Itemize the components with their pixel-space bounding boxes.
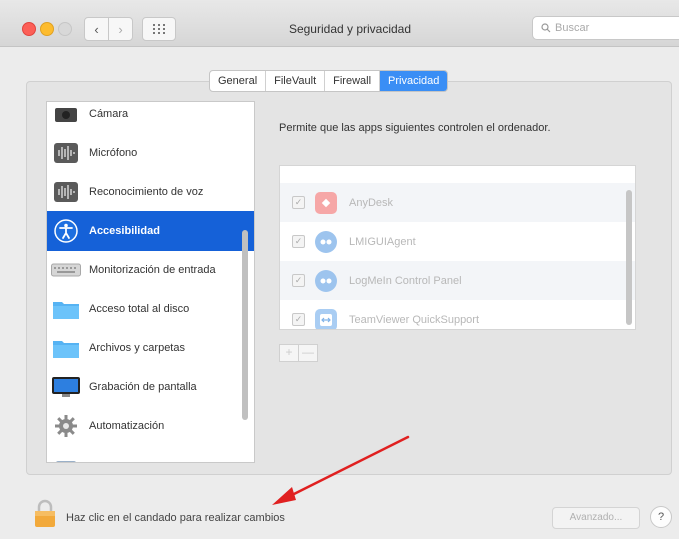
sidebar-item-label: Monitorización de entrada [89,264,216,276]
sidebar-item-archivos[interactable]: Archivos y carpetas [47,328,254,368]
chevron-left-icon: ‹ [94,21,99,37]
list-item[interactable]: ✓ AnyDesk [280,183,635,222]
preferences-window: ‹ › Seguridad y privacidad Buscar Genera… [0,0,679,539]
tab-filevault[interactable]: FileVault [266,71,326,91]
app-name: AnyDesk [349,196,394,209]
minimize-button[interactable] [40,22,54,36]
lock-icon [35,499,55,527]
sidebar-item-camara[interactable]: Cámara [47,102,254,134]
sidebar-item-label: Micrófono [89,147,138,159]
tab-general[interactable]: General [210,71,267,91]
folder-icon [51,297,81,321]
keyboard-icon [51,258,81,282]
search-icon [541,23,551,33]
lock-button[interactable] [33,498,57,533]
sidebar-item-grabacion[interactable]: Grabación de pantalla [47,367,254,407]
zoom-button[interactable] [58,22,72,36]
list-item[interactable]: ✓ LMIGUIAgent [280,222,635,261]
sidebar-item-partial [47,445,254,462]
sidebar-item-label: Automatización [89,420,165,432]
tab-bar: General FileVault Firewall Privacidad [209,70,449,92]
search-placeholder: Buscar [555,22,590,34]
sidebar-item-label: Grabación de pantalla [89,381,197,393]
sidebar-item-label: Accesibilidad [89,225,160,237]
anydesk-icon [315,191,337,214]
logmein-icon [315,230,337,253]
app-list-scrollbar[interactable] [626,190,632,325]
tab-privacidad[interactable]: Privacidad [380,71,448,91]
forward-button[interactable]: › [108,17,133,41]
sidebar-item-automatizacion[interactable]: Automatización [47,406,254,446]
sidebar-item-label: Cámara [89,108,129,120]
sidebar-item-acceso-disco[interactable]: Acceso total al disco [47,289,254,329]
microphone-icon [51,141,81,165]
display-icon [51,375,81,399]
back-button[interactable]: ‹ [84,17,109,41]
camera-icon [51,102,81,126]
advanced-button[interactable]: Avanzado... [552,507,640,529]
app-checkbox[interactable]: ✓ [292,196,305,209]
close-button[interactable] [22,22,36,36]
show-all-button[interactable] [142,17,176,41]
accessibility-icon [51,219,81,243]
search-field[interactable]: Buscar [532,16,679,40]
grid-icon [153,24,165,34]
app-checkbox[interactable]: ✓ [292,235,305,248]
sidebar-item-accesibilidad[interactable]: Accesibilidad [47,211,254,251]
app-checkbox[interactable]: ✓ [292,274,305,287]
speech-icon [51,180,81,204]
sidebar-item-reconocimiento[interactable]: Reconocimiento de voz [47,172,254,212]
sidebar-item-microfono[interactable]: Micrófono [47,133,254,173]
title-bar: ‹ › Seguridad y privacidad Buscar [0,0,679,47]
app-icon [51,453,81,462]
sidebar-item-monitorizacion[interactable]: Monitorización de entrada [47,250,254,290]
app-name: TeamViewer QuickSupport [349,313,480,326]
add-remove-control: + — [279,344,318,362]
tab-firewall[interactable]: Firewall [325,71,381,91]
list-item [280,166,635,183]
folder-icon [51,336,81,360]
privacy-category-list[interactable]: Cámara Micrófono Reconocimiento de voz A… [46,101,255,463]
remove-app-button[interactable]: — [299,345,317,361]
sidebar-item-label: Acceso total al disco [89,303,190,315]
sidebar-item-label: Reconocimiento de voz [89,186,204,198]
window-title: Seguridad y privacidad [288,22,412,36]
list-item[interactable]: ✓ LogMeIn Control Panel [280,261,635,300]
logmein-icon [315,269,337,292]
lock-message: Haz clic en el candado para realizar cam… [66,512,285,524]
app-name: LogMeIn Control Panel [349,274,462,287]
permission-description: Permite que las apps siguientes controle… [279,122,551,134]
help-button[interactable]: ? [650,506,672,528]
sidebar-scrollbar[interactable] [242,230,248,420]
app-checkbox[interactable]: ✓ [292,313,305,326]
teamviewer-icon [315,308,337,329]
add-app-button[interactable]: + [280,345,299,361]
chevron-right-icon: › [118,21,123,37]
gear-icon [51,414,81,438]
app-name: LMIGUIAgent [349,235,416,248]
app-list[interactable]: ✓ AnyDesk ✓ LMIGUIAgent ✓ LogMeIn Contro… [279,165,636,330]
sidebar-item-label: Archivos y carpetas [89,342,185,354]
list-item[interactable]: ✓ TeamViewer QuickSupport [280,300,635,329]
